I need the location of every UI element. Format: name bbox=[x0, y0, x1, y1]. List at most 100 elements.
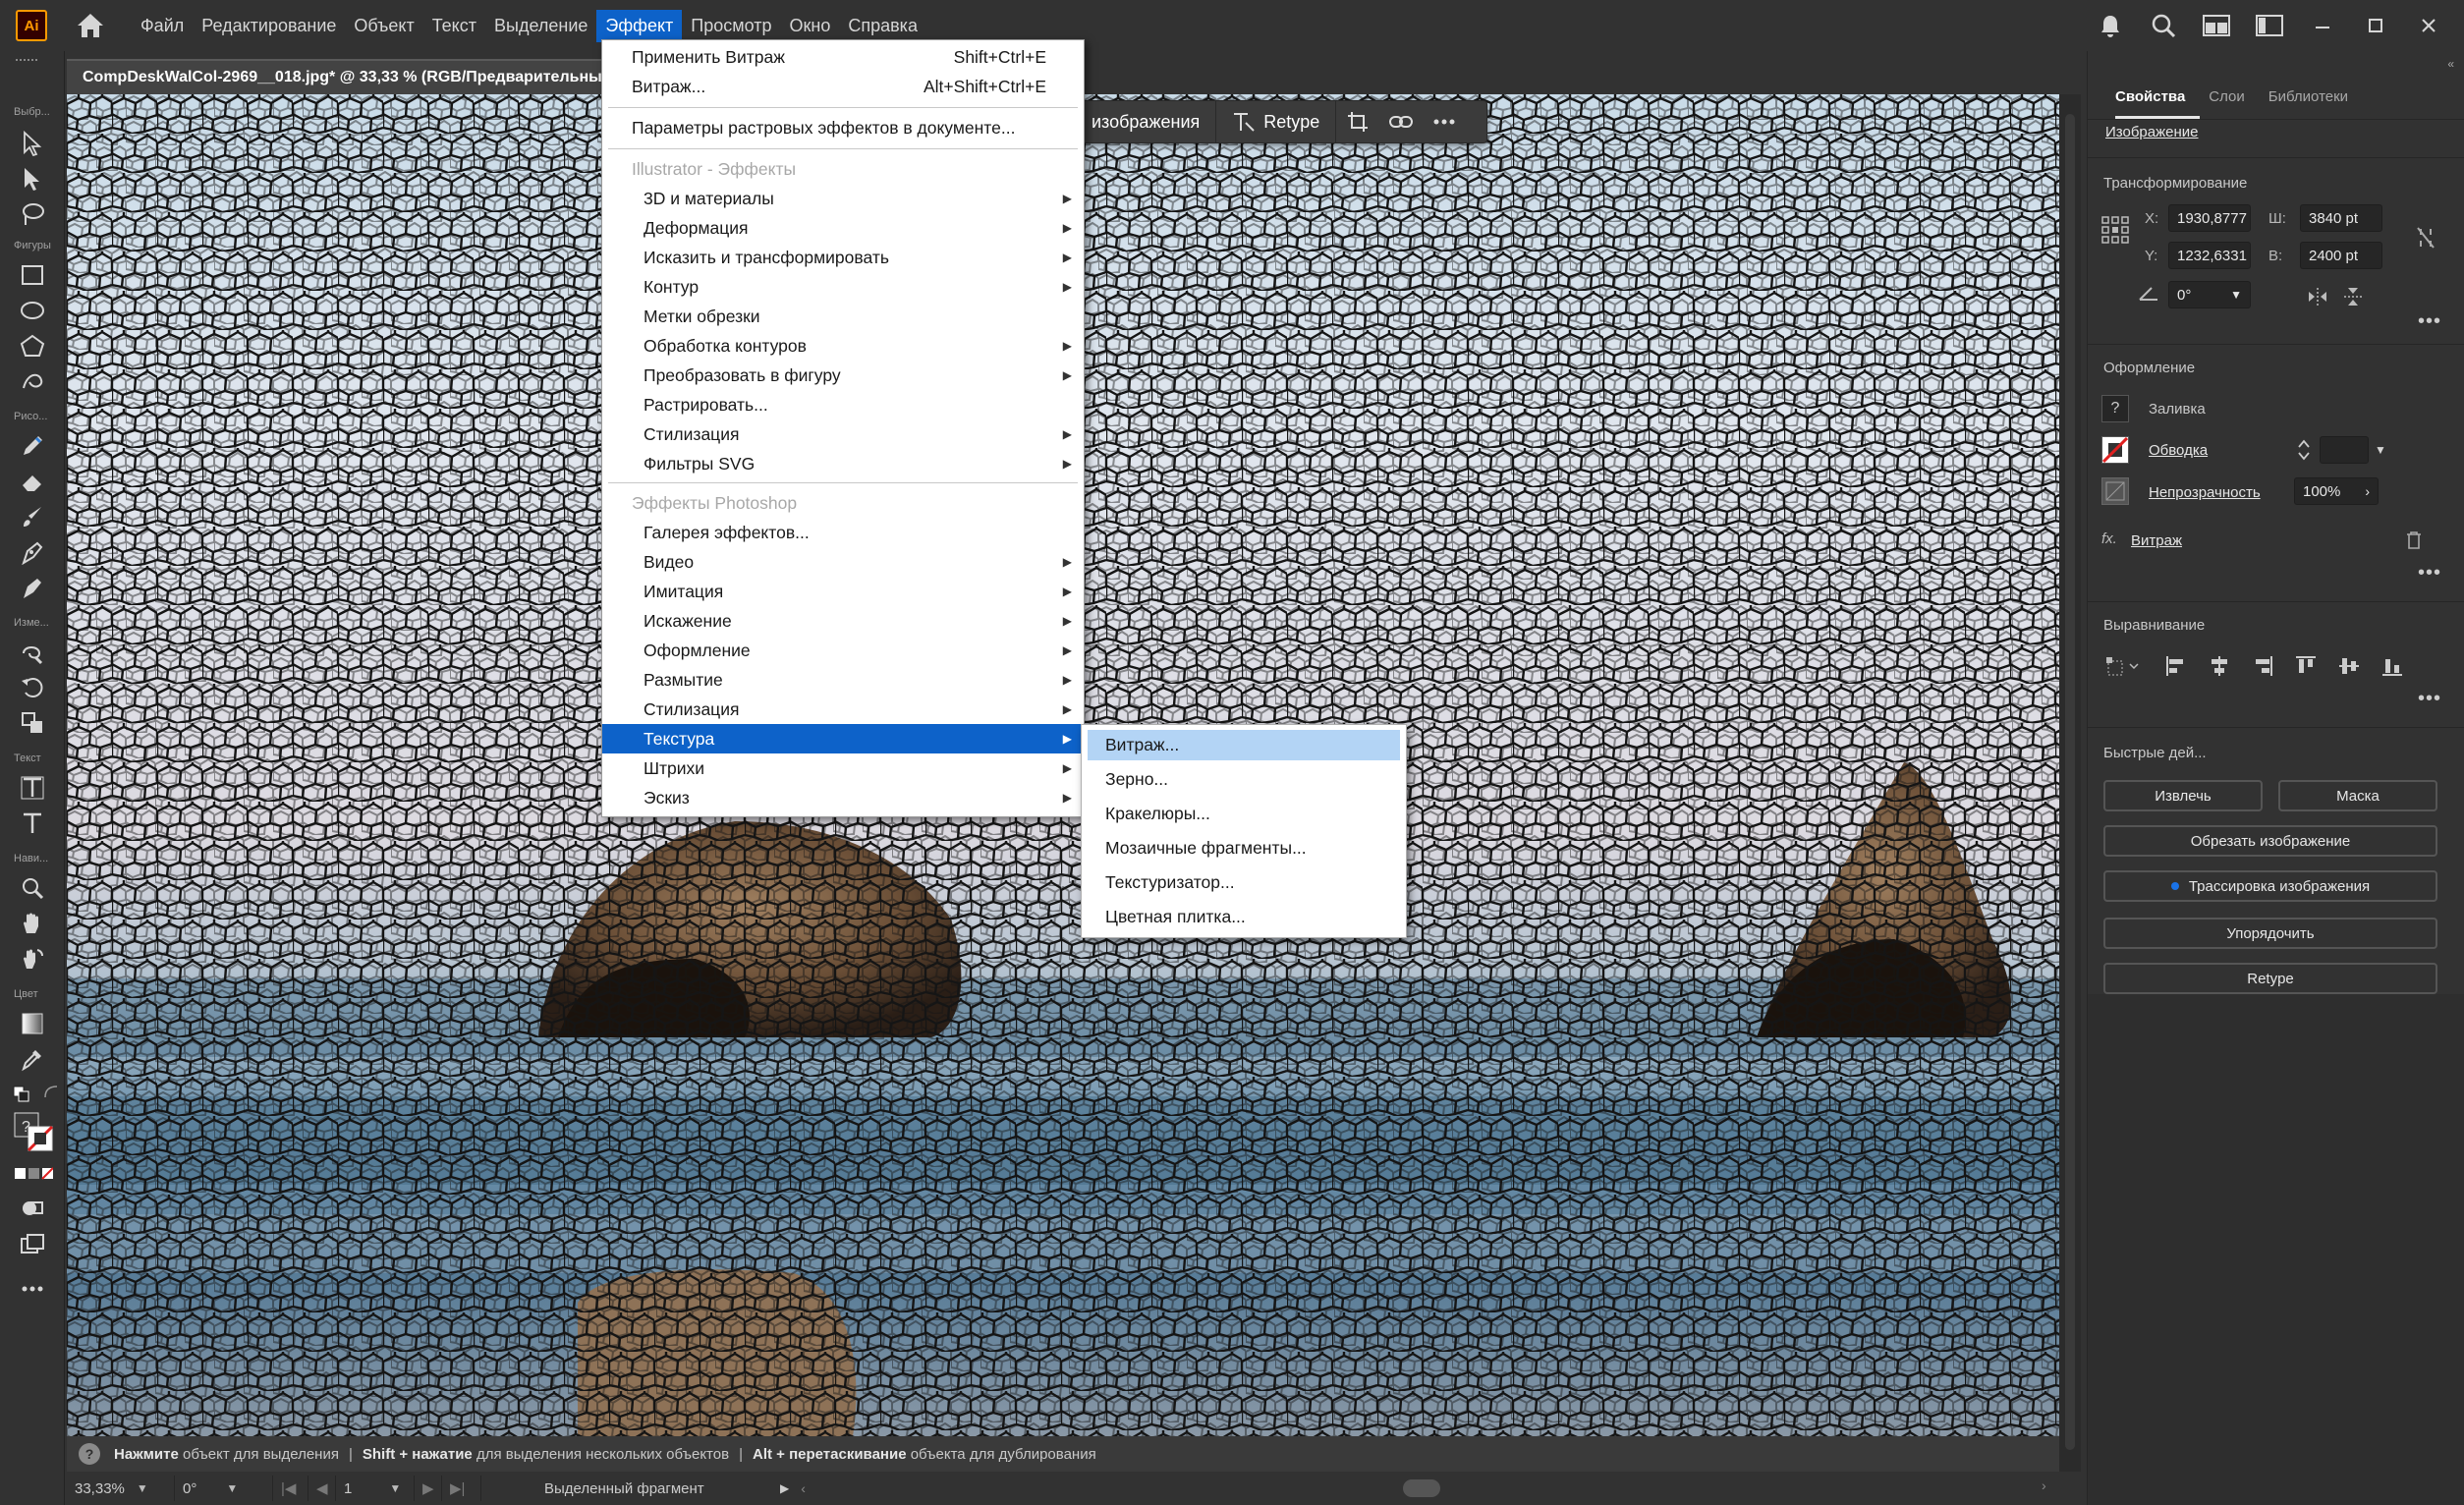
align-top-icon[interactable] bbox=[2292, 652, 2320, 680]
warp-tool-icon[interactable] bbox=[17, 637, 48, 668]
opacity-icon[interactable] bbox=[2101, 477, 2129, 505]
selection-info[interactable]: Выделенный фрагмент bbox=[481, 1476, 776, 1501]
effect-menu-item[interactable]: Стилизация ▶ bbox=[602, 695, 1084, 724]
screen-mode-icon[interactable] bbox=[17, 1228, 48, 1259]
first-artboard-icon[interactable]: |◀ bbox=[273, 1476, 308, 1501]
pen-tool-icon[interactable] bbox=[17, 536, 48, 568]
menu-2[interactable]: Объект bbox=[345, 10, 422, 42]
width-field[interactable]: 3840 pt bbox=[2300, 204, 2382, 232]
artboard-select[interactable]: 1 ▼ bbox=[336, 1476, 415, 1501]
close-icon[interactable] bbox=[2413, 10, 2444, 41]
effect-menu-item[interactable]: Метки обрезки bbox=[602, 302, 1084, 331]
texture-submenu-item[interactable]: Текстуризатор... bbox=[1088, 867, 1400, 898]
apply-last-effect-item[interactable]: Применить Витраж Shift+Ctrl+E bbox=[602, 42, 1084, 72]
chevron-down-icon[interactable]: ▼ bbox=[2371, 436, 2390, 464]
menu-7[interactable]: Окно bbox=[781, 10, 840, 42]
zoom-select[interactable]: 33,33% ▼ bbox=[67, 1476, 175, 1501]
align-to-selection-icon[interactable] bbox=[2103, 652, 2143, 680]
tab-layers[interactable]: Слои bbox=[2197, 88, 2256, 119]
hand-tool-icon[interactable] bbox=[17, 908, 48, 939]
extract-button[interactable]: Извлечь bbox=[2103, 780, 2263, 811]
texture-submenu-item[interactable]: Кракелюры... bbox=[1088, 799, 1400, 829]
shaper-tool-icon[interactable] bbox=[17, 365, 48, 397]
arrange-documents-icon[interactable] bbox=[2201, 10, 2232, 41]
direct-selection-tool-icon[interactable] bbox=[17, 163, 48, 195]
document-tab[interactable]: CompDeskWalCol-2969__018.jpg* @ 33,33 % … bbox=[67, 59, 605, 94]
polygon-tool-icon[interactable] bbox=[17, 330, 48, 362]
vertical-scrollbar[interactable] bbox=[2059, 94, 2081, 1472]
menu-1[interactable]: Редактирование bbox=[193, 10, 345, 42]
effect-menu-item[interactable]: Деформация ▶ bbox=[602, 213, 1084, 243]
applied-effect-link[interactable]: Витраж bbox=[2131, 532, 2182, 549]
type-tool-icon[interactable] bbox=[17, 808, 48, 839]
color-mode-icons[interactable] bbox=[14, 1163, 53, 1185]
fill-unknown-icon[interactable]: ? bbox=[2101, 395, 2129, 422]
align-horizontal-center-icon[interactable] bbox=[2206, 652, 2233, 680]
selection-tool-icon[interactable] bbox=[17, 128, 48, 159]
more-transform-options-icon[interactable]: ••• bbox=[2418, 310, 2441, 333]
effect-menu-item[interactable]: Стилизация ▶ bbox=[602, 419, 1084, 449]
rotation-field[interactable]: 0° ▼ bbox=[2168, 281, 2251, 308]
retype-quick-button[interactable]: Retype bbox=[2103, 963, 2437, 994]
scroll-right-icon[interactable]: › bbox=[2042, 1477, 2046, 1493]
texture-submenu-item[interactable]: Зерно... bbox=[1088, 764, 1400, 795]
more-appearance-options-icon[interactable]: ••• bbox=[2418, 562, 2441, 585]
height-field[interactable]: 2400 pt bbox=[2300, 242, 2382, 269]
mask-button[interactable]: Маска bbox=[2278, 780, 2437, 811]
default-colors-icon[interactable] bbox=[12, 1085, 31, 1104]
align-vertical-center-icon[interactable] bbox=[2335, 652, 2363, 680]
effect-menu-item[interactable]: Преобразовать в фигуру ▶ bbox=[602, 361, 1084, 390]
tab-properties[interactable]: Свойства bbox=[2103, 88, 2197, 119]
effect-menu-item[interactable]: Растрировать... bbox=[602, 390, 1084, 419]
more-align-options-icon[interactable]: ••• bbox=[2418, 688, 2441, 710]
align-left-icon[interactable] bbox=[2162, 652, 2190, 680]
effect-menu-item[interactable]: Фильтры SVG ▶ bbox=[602, 449, 1084, 478]
search-icon[interactable] bbox=[2148, 10, 2179, 41]
stroke-link[interactable]: Обводка bbox=[2149, 442, 2208, 459]
flip-vertical-icon[interactable] bbox=[2339, 283, 2367, 310]
horizontal-scroll-thumb[interactable] bbox=[1403, 1479, 1440, 1497]
effect-menu-item[interactable]: Контур ▶ bbox=[602, 272, 1084, 302]
effect-menu-item[interactable]: Исказить и трансформировать ▶ bbox=[602, 243, 1084, 272]
link-icon[interactable] bbox=[1379, 100, 1423, 143]
menu-8[interactable]: Справка bbox=[839, 10, 926, 42]
effect-menu-item[interactable]: Оформление ▶ bbox=[602, 636, 1084, 665]
last-effect-item[interactable]: Витраж... Alt+Shift+Ctrl+E bbox=[602, 72, 1084, 101]
stroke-none-icon[interactable] bbox=[2101, 436, 2129, 464]
stroke-weight-field[interactable] bbox=[2320, 436, 2369, 464]
free-transform-tool-icon[interactable] bbox=[17, 707, 48, 739]
maximize-icon[interactable] bbox=[2360, 10, 2391, 41]
fill-stroke-swatch-icon[interactable]: ? bbox=[12, 1110, 57, 1155]
image-trace-button[interactable]: Трассировка изображения bbox=[2103, 870, 2437, 902]
effect-menu-item[interactable]: Размытие ▶ bbox=[602, 665, 1084, 695]
eraser-tool-icon[interactable] bbox=[17, 466, 48, 497]
y-position-field[interactable]: 1232,6331 bbox=[2168, 242, 2251, 269]
texture-submenu-item[interactable]: Витраж... bbox=[1088, 730, 1400, 760]
crop-icon[interactable] bbox=[1336, 100, 1379, 143]
pencil-tool-icon[interactable] bbox=[17, 430, 48, 462]
swap-colors-icon[interactable] bbox=[41, 1083, 61, 1102]
object-type-link[interactable]: Изображение bbox=[2105, 124, 2199, 140]
effect-menu-item[interactable]: Видео ▶ bbox=[602, 547, 1084, 577]
menu-3[interactable]: Текст bbox=[423, 10, 485, 42]
tab-libraries[interactable]: Библиотеки bbox=[2257, 88, 2360, 119]
rotation-select[interactable]: 0° ▼ bbox=[175, 1476, 273, 1501]
help-icon[interactable]: ? bbox=[79, 1443, 100, 1465]
status-menu-arrow-icon[interactable]: ▶ bbox=[780, 1481, 789, 1495]
rotate-tool-icon[interactable] bbox=[17, 672, 48, 703]
home-icon[interactable] bbox=[73, 8, 108, 43]
next-artboard-icon[interactable]: ▶ bbox=[415, 1476, 442, 1501]
retype-button[interactable]: Retype bbox=[1216, 101, 1337, 142]
opacity-field[interactable]: 100% › bbox=[2294, 477, 2379, 505]
effect-menu-item[interactable]: Искажение ▶ bbox=[602, 606, 1084, 636]
menu-0[interactable]: Файл bbox=[132, 10, 193, 42]
workspace-switcher-icon[interactable] bbox=[2254, 10, 2285, 41]
texture-submenu-item[interactable]: Цветная плитка... bbox=[1088, 902, 1400, 932]
raster-effect-settings-item[interactable]: Параметры растровых эффектов в документе… bbox=[602, 113, 1084, 142]
rectangle-tool-icon[interactable] bbox=[17, 259, 48, 291]
menu-5[interactable]: Эффект bbox=[596, 9, 683, 42]
arrange-button[interactable]: Упорядочить bbox=[2103, 918, 2437, 949]
more-options-icon[interactable] bbox=[1423, 100, 1466, 143]
image-actions-button[interactable]: изображения bbox=[1076, 101, 1217, 142]
menu-6[interactable]: Просмотр bbox=[682, 10, 780, 42]
